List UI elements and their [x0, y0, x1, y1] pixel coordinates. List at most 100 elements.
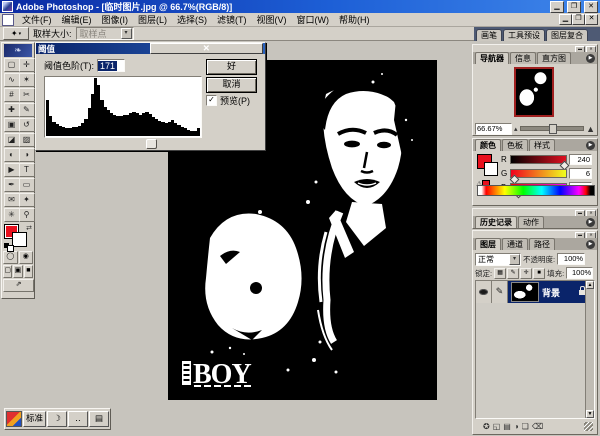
menu-w[interactable]: 窗口(W) [292, 12, 335, 27]
dialog-close-icon[interactable]: ✕ [149, 43, 263, 54]
move-tool[interactable]: ✛ [18, 58, 35, 72]
navigator-zoom-field[interactable]: 66.67% [475, 122, 512, 135]
tab-navigator[interactable]: 导航器 [475, 52, 509, 64]
panel-menu-icon[interactable]: ▶ [586, 218, 595, 227]
ime-keyboard-icon[interactable]: ▤ [89, 411, 110, 427]
new-layer-icon[interactable]: ❏ [522, 421, 529, 432]
color-spectrum-ramp[interactable] [477, 185, 595, 196]
fullscreen-menubar-button[interactable]: ▣ [13, 265, 23, 278]
slice-tool[interactable]: ✂ [18, 88, 35, 102]
jump-to-imageready-button[interactable]: ⇗ [3, 279, 34, 292]
scroll-up-icon[interactable]: ▲ [586, 281, 594, 289]
layer-row-background[interactable]: ✎ 背景 [476, 281, 594, 303]
doc-restore-button[interactable]: ❐ [572, 14, 585, 25]
tab-info[interactable]: 信息 [510, 52, 536, 64]
menu-l[interactable]: 图层(L) [133, 12, 172, 27]
magic-wand-tool[interactable]: ✶ [18, 73, 35, 87]
threshold-slider-thumb[interactable] [145, 139, 157, 149]
minimize-button[interactable]: ▁ [550, 0, 564, 13]
menu-v[interactable]: 视图(V) [252, 12, 292, 27]
tab-channels[interactable]: 通道 [502, 238, 528, 250]
zoom-out-icon[interactable]: ▴ [514, 125, 518, 133]
background-color-swatch[interactable] [484, 162, 498, 176]
ime-punctuation-icon[interactable]: ‥ [68, 411, 89, 427]
pen-tool[interactable]: ✒ [3, 178, 20, 192]
history-brush-tool[interactable]: ↺ [18, 118, 35, 132]
menu-i[interactable]: 图像(I) [97, 12, 134, 27]
threshold-level-input[interactable]: 171 [97, 59, 125, 72]
panel-menu-icon[interactable]: ▶ [586, 54, 595, 63]
well-tab-brushes[interactable]: 画笔 [476, 29, 502, 41]
standard-mode-button[interactable]: ◯ [3, 251, 18, 264]
menu-s[interactable]: 选择(S) [172, 12, 212, 27]
menu-f[interactable]: 文件(F) [17, 12, 57, 27]
red-slider[interactable] [510, 154, 570, 170]
lasso-tool[interactable]: ∿ [3, 73, 20, 87]
quick-mask-mode-button[interactable]: ◉ [18, 251, 33, 264]
panel-menu-icon[interactable]: ▶ [586, 141, 595, 150]
lock-all-icon[interactable]: ■ [533, 267, 546, 279]
tab-actions[interactable]: 动作 [518, 216, 544, 228]
doc-minimize-button[interactable]: ▁ [559, 14, 572, 25]
sample-size-select[interactable]: 取样点 ▾ [75, 27, 134, 40]
menu-t[interactable]: 滤镜(T) [212, 12, 252, 27]
layer-mask-icon[interactable]: ◱ [493, 421, 501, 432]
tab-histogram[interactable]: 直方图 [537, 52, 571, 64]
well-tab-layer-comps[interactable]: 图层复合 [546, 29, 588, 41]
ime-mode-button[interactable]: 标准 [23, 411, 47, 427]
zoom-tool[interactable]: ⚲ [18, 208, 35, 222]
navigator-proxy-view[interactable] [514, 67, 554, 117]
green-value-field[interactable]: 6 [569, 167, 592, 179]
crop-tool[interactable]: # [3, 88, 20, 102]
fill-field[interactable]: 100% [566, 267, 594, 279]
close-button[interactable]: ✕ [584, 0, 598, 13]
fullscreen-button[interactable]: ■ [23, 265, 33, 278]
brush-tool[interactable]: ✎ [18, 103, 35, 117]
tab-history[interactable]: 历史记录 [475, 216, 517, 228]
tab-styles[interactable]: 样式 [529, 139, 555, 151]
layer-set-icon[interactable]: ▤ [503, 421, 511, 432]
well-tab-tool-presets[interactable]: 工具预设 [503, 29, 545, 41]
zoom-in-icon[interactable]: ▲ [586, 124, 595, 134]
threshold-slider[interactable] [44, 139, 202, 149]
tab-layers[interactable]: 图层 [475, 238, 501, 250]
preview-checkbox[interactable]: ✓ [206, 95, 217, 106]
delete-layer-icon[interactable]: ⌫ [532, 421, 543, 432]
clone-stamp-tool[interactable]: ▣ [3, 118, 20, 132]
tab-swatches[interactable]: 色板 [502, 139, 528, 151]
ok-button[interactable]: 好 [206, 59, 257, 75]
tab-color[interactable]: 颜色 [475, 139, 501, 151]
background-color-swatch[interactable] [12, 232, 27, 247]
visibility-toggle[interactable] [476, 281, 492, 303]
lock-pixels-icon[interactable]: ✎ [507, 267, 520, 279]
restore-button[interactable]: ❐ [567, 0, 581, 13]
adjustment-layer-icon[interactable]: ◑ [514, 421, 519, 432]
layer-style-icon[interactable]: ✪ [483, 421, 490, 432]
dialog-title-bar[interactable]: 阈值 ✕ [36, 43, 265, 54]
standard-screen-button[interactable]: ▢ [3, 265, 13, 278]
default-colors-icon[interactable] [4, 243, 14, 252]
panel-menu-icon[interactable]: ▶ [586, 240, 595, 249]
lock-transparency-icon[interactable]: ▦ [494, 267, 507, 279]
healing-brush-tool[interactable]: ✚ [3, 103, 20, 117]
eraser-tool[interactable]: ◪ [3, 133, 20, 147]
ime-logo-icon[interactable] [6, 411, 22, 427]
type-tool[interactable]: T [18, 163, 35, 177]
document-icon[interactable] [2, 13, 14, 26]
blur-tool[interactable]: ◐ [3, 148, 20, 162]
current-tool-chip[interactable]: ✦ ▾ [3, 27, 29, 40]
red-value-field[interactable]: 240 [569, 153, 592, 165]
cancel-button[interactable]: 取消 [206, 77, 257, 93]
menu-h[interactable]: 帮助(H) [334, 12, 375, 27]
layers-scrollbar[interactable]: ▲ ▼ [585, 281, 594, 418]
dodge-tool[interactable]: ◑ [18, 148, 35, 162]
notes-tool[interactable]: ✉ [3, 193, 20, 207]
navigator-zoom-slider[interactable] [519, 124, 585, 134]
menu-e[interactable]: 编辑(E) [57, 12, 97, 27]
shape-tool[interactable]: ▭ [18, 178, 35, 192]
ime-fullwidth-icon[interactable]: ☽ [47, 411, 68, 427]
hand-tool[interactable]: ✳ [3, 208, 20, 222]
scroll-down-icon[interactable]: ▼ [586, 410, 594, 418]
zoom-slider-thumb[interactable] [548, 124, 557, 134]
rectangular-marquee-tool[interactable]: ▢ [3, 58, 20, 72]
